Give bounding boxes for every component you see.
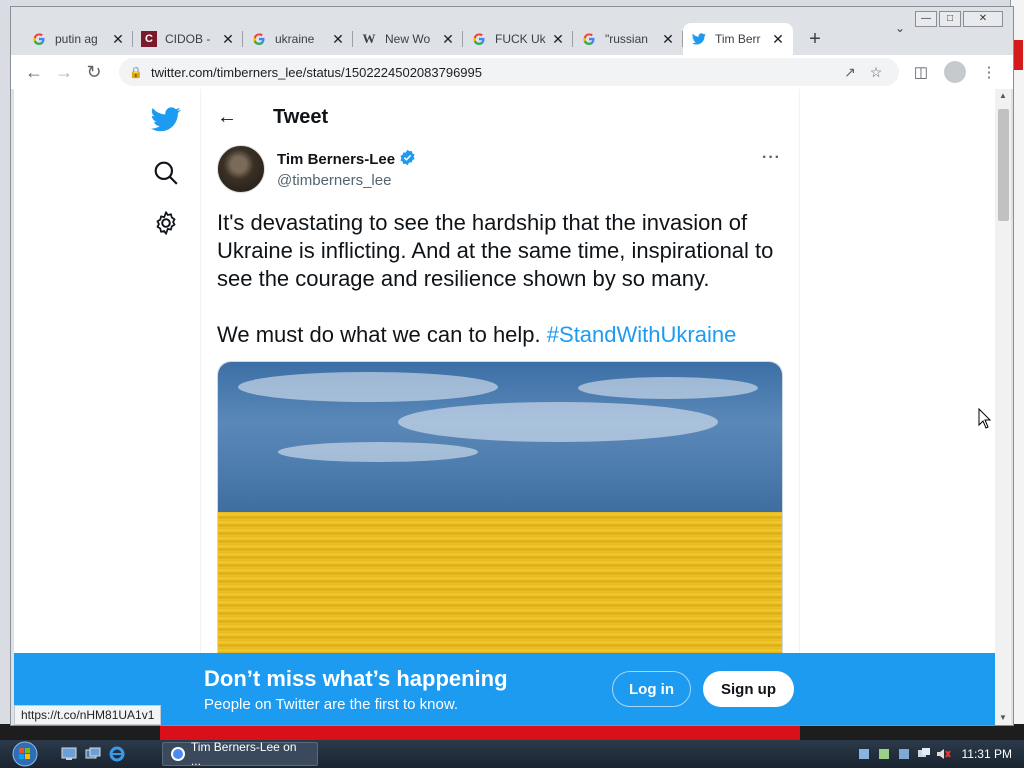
network-icon[interactable] xyxy=(916,746,932,762)
page-title: Tweet xyxy=(273,105,329,128)
windows-taskbar: Tim Berners-Lee on ... 11:31 PM xyxy=(0,740,1024,768)
hashtag-link[interactable]: #StandWithUkraine xyxy=(547,322,737,347)
internet-explorer-icon[interactable] xyxy=(108,745,126,763)
close-icon[interactable]: ✕ xyxy=(221,31,235,48)
taskbar-item-label: Tim Berners-Lee on ... xyxy=(190,740,297,768)
tweet-text: It's devastating to see the hardship tha… xyxy=(217,209,787,377)
close-icon[interactable]: ✕ xyxy=(771,31,785,48)
tab-search-4[interactable]: FUCK Uk ✕ xyxy=(463,23,573,55)
tab-cidob[interactable]: C CIDOB - ✕ xyxy=(133,23,243,55)
switch-windows-icon[interactable] xyxy=(84,745,102,763)
close-icon[interactable]: ✕ xyxy=(441,31,455,48)
tweet-author[interactable]: Tim Berners-Lee @timberners_lee xyxy=(217,145,416,193)
tab-title: CIDOB - xyxy=(165,32,211,46)
share-icon[interactable]: ↗ xyxy=(837,64,863,81)
tab-title: New Wo xyxy=(385,32,431,46)
cidob-icon: C xyxy=(141,31,157,47)
side-panel-icon[interactable]: ◫ xyxy=(907,58,935,86)
desktop-background-bottom xyxy=(0,724,1024,740)
back-button[interactable]: ← xyxy=(19,57,49,87)
tray-app-icon[interactable] xyxy=(876,746,892,762)
mouse-cursor-icon xyxy=(978,407,992,435)
bookmark-star-icon[interactable]: ☆ xyxy=(863,64,889,81)
twitter-logo-icon[interactable] xyxy=(142,95,190,143)
profile-avatar-icon[interactable] xyxy=(941,58,969,86)
tab-title: putin ag xyxy=(55,32,98,46)
tweet-header: ← Tweet xyxy=(201,97,799,137)
log-in-button[interactable]: Log in xyxy=(612,671,691,707)
lock-icon[interactable]: 🔒 xyxy=(129,66,147,79)
quick-launch xyxy=(60,745,126,763)
address-bar[interactable]: 🔒 twitter.com/timberners_lee/status/1502… xyxy=(119,58,899,86)
author-handle[interactable]: @timberners_lee xyxy=(277,172,416,189)
tweet-media-image[interactable] xyxy=(217,361,783,681)
scroll-up-icon[interactable]: ▲ xyxy=(995,89,1011,103)
tab-strip: putin ag ✕ C CIDOB - ✕ ukraine ✕ W New W… xyxy=(11,19,1013,55)
author-name[interactable]: Tim Berners-Lee xyxy=(277,151,395,168)
google-icon xyxy=(471,31,487,47)
system-tray: 11:31 PM xyxy=(856,740,1024,768)
link-status-bubble: https://t.co/nHM81UA1v1 xyxy=(14,705,162,725)
menu-kebab-icon[interactable]: ⋮ xyxy=(975,58,1003,86)
settings-gear-icon[interactable] xyxy=(142,199,190,247)
sign-up-button[interactable]: Sign up xyxy=(703,671,794,707)
tray-app-icon[interactable] xyxy=(856,746,872,762)
reload-button[interactable]: ↻ xyxy=(79,57,109,87)
wikipedia-icon: W xyxy=(362,31,376,46)
google-icon xyxy=(31,31,47,47)
tweet-paragraph-text: We must do what we can to help. xyxy=(217,322,541,347)
tab-tim-berners-lee[interactable]: Tim Berr ✕ xyxy=(683,23,793,55)
avatar[interactable] xyxy=(217,145,265,193)
banner-subtitle: People on Twitter are the first to know. xyxy=(204,695,459,713)
tweet-paragraph: We must do what we can to help. #StandWi… xyxy=(217,321,787,349)
show-desktop-icon[interactable] xyxy=(60,745,78,763)
tab-search-chevron-icon[interactable]: ⌄ xyxy=(895,21,905,35)
tab-wikipedia[interactable]: W New Wo ✕ xyxy=(353,23,463,55)
tab-title: Tim Berr xyxy=(715,32,761,46)
volume-muted-icon[interactable] xyxy=(936,746,952,762)
tab-title: ukraine xyxy=(275,32,315,46)
start-button-icon[interactable] xyxy=(8,740,42,768)
tab-putin[interactable]: putin ag ✕ xyxy=(23,23,133,55)
banner-title: Don’t miss what’s happening xyxy=(204,665,508,691)
tab-title: FUCK Uk xyxy=(495,32,546,46)
twitter-icon xyxy=(691,31,707,47)
google-icon xyxy=(581,31,597,47)
system-clock[interactable]: 11:31 PM xyxy=(962,747,1012,761)
twitter-sidebar xyxy=(132,89,200,725)
forward-button[interactable]: → xyxy=(49,57,79,87)
tweet-column: ← Tweet Tim Berners-Lee @timberners_lee … xyxy=(200,89,800,725)
tray-app-icon[interactable] xyxy=(896,746,912,762)
explore-search-icon[interactable] xyxy=(142,149,190,197)
tweet-paragraph: It's devastating to see the hardship tha… xyxy=(217,210,774,291)
taskbar-item-chrome[interactable]: Tim Berners-Lee on ... xyxy=(162,740,318,768)
sky-region xyxy=(218,362,782,512)
browser-window: — □ ✕ putin ag ✕ C CIDOB - ✕ ukraine ✕ W… xyxy=(10,6,1014,726)
scroll-thumb[interactable] xyxy=(998,109,1009,221)
google-icon xyxy=(251,31,267,47)
scroll-down-icon[interactable]: ▼ xyxy=(995,711,1011,725)
more-options-icon[interactable]: ··· xyxy=(762,149,781,167)
tab-ukraine[interactable]: ukraine ✕ xyxy=(243,23,353,55)
close-icon[interactable]: ✕ xyxy=(331,31,345,48)
verified-badge-icon xyxy=(399,149,416,170)
chrome-icon xyxy=(171,747,185,761)
tab-russian[interactable]: "russian ✕ xyxy=(573,23,683,55)
close-icon[interactable]: ✕ xyxy=(661,31,675,48)
tab-title: "russian xyxy=(605,32,648,46)
close-icon[interactable]: ✕ xyxy=(551,31,565,48)
page-viewport: ← Tweet Tim Berners-Lee @timberners_lee … xyxy=(14,89,995,725)
close-icon[interactable]: ✕ xyxy=(111,31,125,48)
new-tab-button[interactable]: + xyxy=(799,23,831,55)
back-arrow-icon[interactable]: ← xyxy=(201,106,253,129)
url-text[interactable]: twitter.com/timberners_lee/status/150222… xyxy=(151,65,837,80)
browser-toolbar: ← → ↻ 🔒 twitter.com/timberners_lee/statu… xyxy=(11,55,1013,89)
page-scrollbar[interactable]: ▲ ▼ xyxy=(995,89,1011,725)
